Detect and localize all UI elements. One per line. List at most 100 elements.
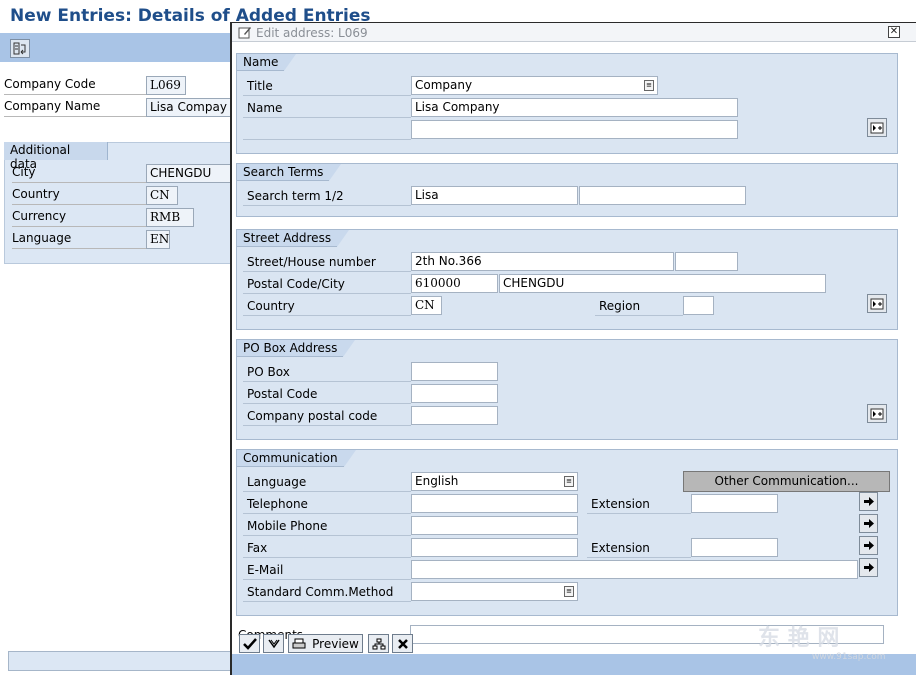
email-input[interactable] bbox=[411, 560, 858, 579]
back-to-list-button[interactable] bbox=[10, 39, 30, 58]
title-dropdown[interactable]: Company ≡ bbox=[411, 76, 658, 95]
list-return-icon bbox=[13, 42, 26, 55]
search-terms-title: Search Terms bbox=[237, 164, 342, 181]
search-term-1-input[interactable]: Lisa bbox=[411, 186, 578, 205]
communication-title: Communication bbox=[237, 450, 356, 467]
telephone-extension-label: Extension bbox=[587, 496, 691, 514]
standard-comm-method-label: Standard Comm.Method bbox=[243, 584, 411, 602]
company-code-label: Company Code bbox=[4, 77, 146, 95]
comm-language-value: English bbox=[415, 474, 459, 488]
more-pobox-fields-button[interactable] bbox=[867, 404, 887, 423]
currency-value: RMB bbox=[146, 208, 194, 227]
name2-input[interactable] bbox=[411, 120, 738, 139]
mobile-more-button[interactable] bbox=[859, 514, 878, 533]
email-label: E-Mail bbox=[243, 562, 411, 580]
fax-label: Fax bbox=[243, 540, 411, 558]
expand-fields-icon bbox=[870, 298, 884, 309]
search-term-2-input[interactable] bbox=[579, 186, 746, 205]
search-terms-group: Search Terms Search term 1/2 Lisa bbox=[236, 163, 898, 217]
telephone-more-button[interactable] bbox=[859, 492, 878, 511]
arrow-right-icon bbox=[863, 563, 874, 572]
more-name-fields-button[interactable] bbox=[867, 118, 887, 137]
telephone-label: Telephone bbox=[243, 496, 411, 514]
fax-input[interactable] bbox=[411, 538, 578, 557]
close-icon[interactable]: ✕ bbox=[888, 26, 900, 38]
street-address-group: Street Address Street/House number 2th N… bbox=[236, 229, 898, 330]
telephone-extension-input[interactable] bbox=[691, 494, 778, 513]
telephone-input[interactable] bbox=[411, 494, 578, 513]
region-label: Region bbox=[595, 298, 683, 316]
additional-data-title: Additional data bbox=[4, 142, 108, 171]
country-input[interactable]: CN bbox=[411, 296, 442, 315]
other-communication-button[interactable]: Other Communication... bbox=[683, 471, 890, 492]
dropdown-list-icon[interactable]: ≡ bbox=[564, 476, 574, 487]
company-name-value: Lisa Compay bbox=[146, 98, 232, 117]
preview-label: Preview bbox=[312, 636, 359, 651]
watermark-url: www.91sap.com bbox=[812, 652, 886, 662]
fax-more-button[interactable] bbox=[859, 536, 878, 555]
print-preview-icon bbox=[292, 638, 306, 648]
confirm-button[interactable] bbox=[239, 634, 260, 653]
copy-check-icon bbox=[267, 639, 280, 648]
fax-extension-label: Extension bbox=[587, 540, 691, 558]
preview-button[interactable]: Preview bbox=[288, 634, 363, 653]
street-input[interactable]: 2th No.366 bbox=[411, 252, 674, 271]
title-value: Company bbox=[415, 78, 473, 92]
fax-extension-input[interactable] bbox=[691, 538, 778, 557]
street-address-title: Street Address bbox=[237, 230, 350, 247]
city-input[interactable]: CHENGDU bbox=[499, 274, 826, 293]
comm-language-label: Language bbox=[243, 474, 411, 492]
hierarchy-icon bbox=[372, 638, 385, 649]
comm-language-dropdown[interactable]: English ≡ bbox=[411, 472, 578, 491]
background-toolbar bbox=[0, 33, 232, 62]
currency-label: Currency bbox=[12, 209, 146, 227]
po-box-group: PO Box Address PO Box Postal Code Compan… bbox=[236, 339, 898, 440]
name-input[interactable]: Lisa Company bbox=[411, 98, 738, 117]
email-more-button[interactable] bbox=[859, 558, 878, 577]
company-postal-code-input[interactable] bbox=[411, 406, 498, 425]
po-postal-code-label: Postal Code bbox=[243, 386, 411, 404]
hierarchy-button[interactable] bbox=[368, 634, 389, 653]
more-street-fields-button[interactable] bbox=[867, 294, 887, 313]
po-postal-code-input[interactable] bbox=[411, 384, 498, 403]
country-value: CN bbox=[146, 186, 178, 205]
checkmark-icon bbox=[242, 637, 257, 650]
cancel-x-icon bbox=[397, 638, 408, 649]
language-label: Language bbox=[12, 231, 146, 249]
arrow-right-icon bbox=[863, 497, 874, 506]
name-group-title: Name bbox=[237, 54, 297, 71]
watermark-logo: 东 艳 网 bbox=[758, 626, 840, 651]
arrow-right-icon bbox=[863, 541, 874, 550]
po-box-input[interactable] bbox=[411, 362, 498, 381]
mobile-phone-input[interactable] bbox=[411, 516, 578, 535]
company-code-value: L069 bbox=[146, 76, 186, 95]
street-label: Street/House number bbox=[243, 254, 411, 272]
standard-comm-method-dropdown[interactable]: ≡ bbox=[411, 582, 578, 601]
po-box-label: PO Box bbox=[243, 364, 411, 382]
mobile-phone-label: Mobile Phone bbox=[243, 518, 411, 536]
name-label: Name bbox=[243, 100, 411, 118]
dropdown-list-icon[interactable]: ≡ bbox=[564, 586, 574, 597]
company-postal-code-label: Company postal code bbox=[243, 408, 411, 426]
dialog-title: Edit address: L069 bbox=[256, 26, 368, 40]
expand-fields-icon bbox=[870, 122, 884, 133]
street-country-label: Country bbox=[243, 298, 411, 316]
cancel-button[interactable] bbox=[392, 634, 413, 653]
name2-label bbox=[243, 122, 411, 140]
name-group: Name Title Company ≡ Name Lisa Company bbox=[236, 53, 898, 154]
title-label: Title bbox=[243, 78, 411, 96]
region-input[interactable] bbox=[683, 296, 714, 315]
house-number-input[interactable] bbox=[675, 252, 738, 271]
postal-city-label: Postal Code/City bbox=[243, 276, 411, 294]
country-label: Country bbox=[12, 187, 146, 205]
company-name-label: Company Name bbox=[4, 99, 146, 117]
edit-address-dialog: Edit address: L069 ✕ Name Title Company … bbox=[230, 22, 916, 675]
copy-button[interactable] bbox=[263, 634, 284, 653]
city-label: City bbox=[12, 165, 146, 183]
language-value: EN bbox=[146, 230, 170, 249]
postal-code-input[interactable]: 610000 bbox=[411, 274, 498, 293]
search-term-label: Search term 1/2 bbox=[243, 188, 411, 206]
dropdown-list-icon[interactable]: ≡ bbox=[644, 80, 654, 91]
arrow-right-icon bbox=[863, 519, 874, 528]
edit-document-icon bbox=[238, 27, 251, 39]
